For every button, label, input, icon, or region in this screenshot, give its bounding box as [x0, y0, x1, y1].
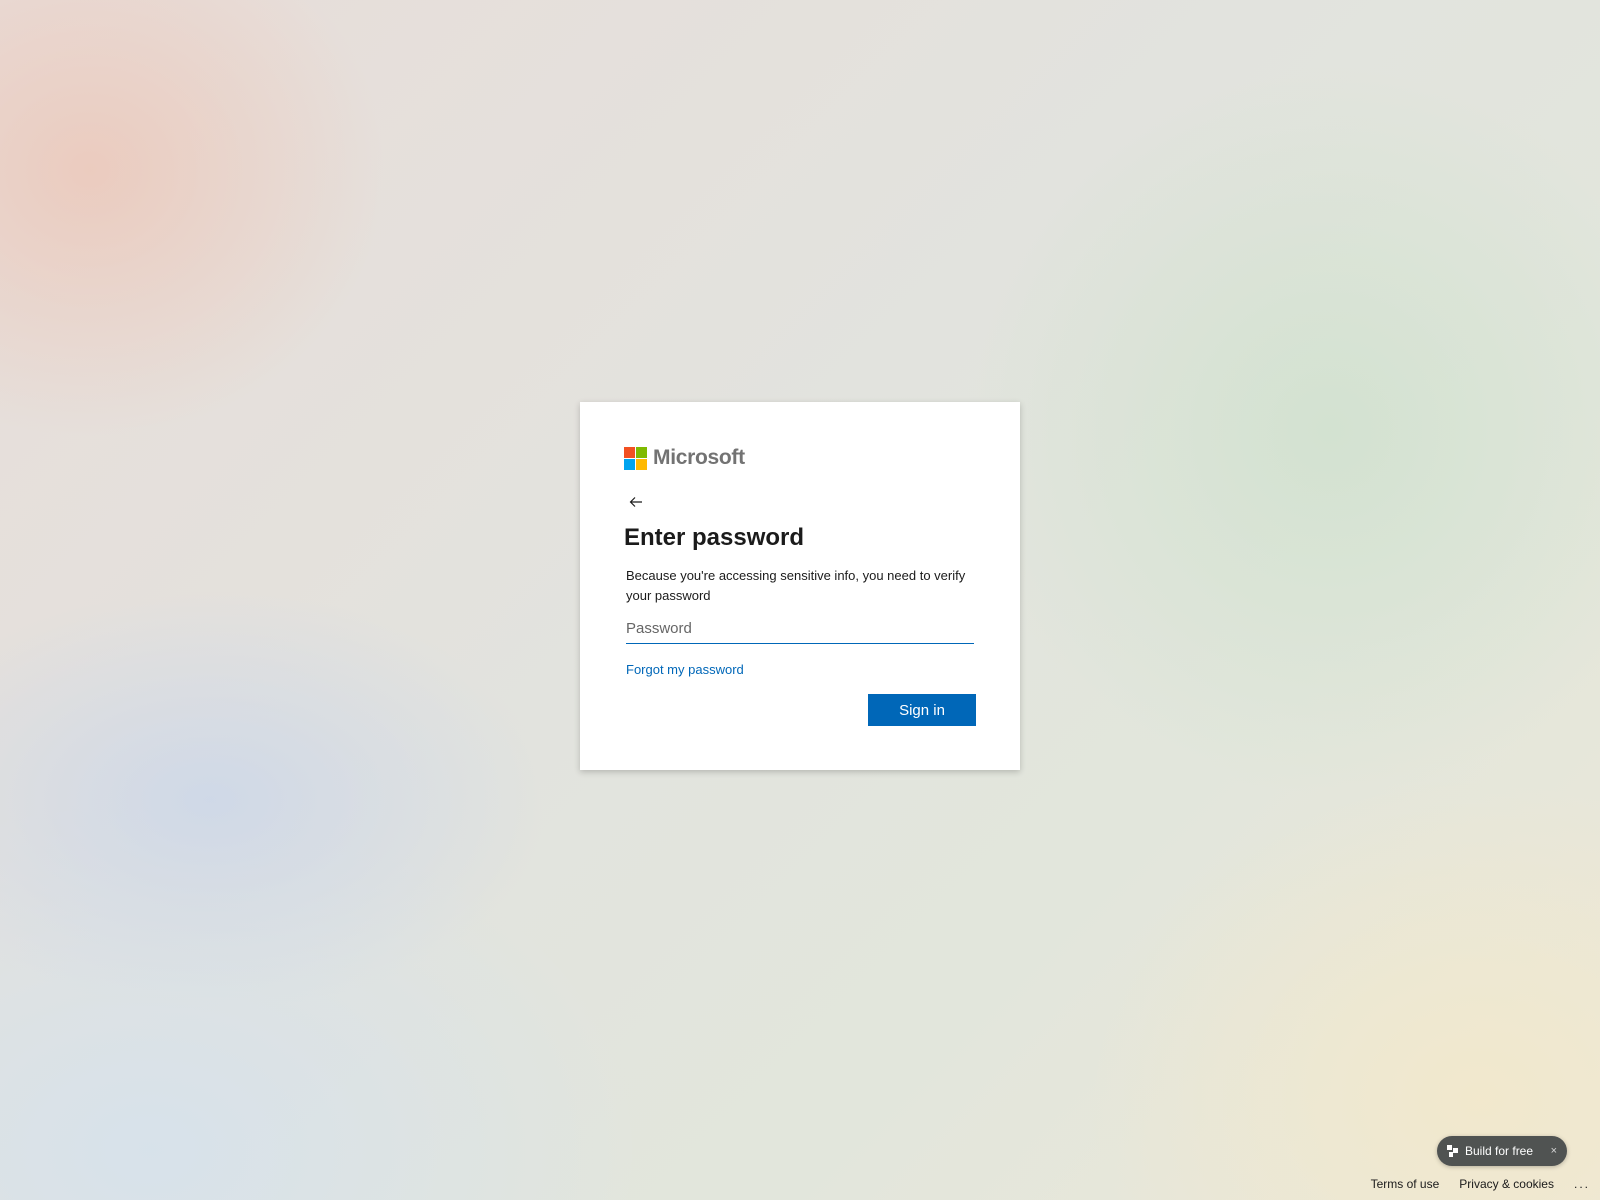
- more-options-icon[interactable]: ...: [1574, 1177, 1590, 1191]
- microsoft-logo-icon: [624, 446, 647, 470]
- sign-in-button[interactable]: Sign in: [868, 694, 976, 726]
- footer: Terms of use Privacy & cookies ...: [1371, 1177, 1590, 1191]
- password-input[interactable]: [626, 614, 974, 644]
- build-for-free-label: Build for free: [1465, 1144, 1534, 1158]
- privacy-cookies-link[interactable]: Privacy & cookies: [1459, 1177, 1554, 1191]
- page-title: Enter password: [624, 524, 805, 551]
- sign-in-card: Microsoft Enter password Because you're …: [580, 402, 1020, 770]
- arrow-left-icon: [629, 497, 642, 507]
- close-icon[interactable]: ×: [1551, 1145, 1557, 1157]
- build-icon: [1447, 1145, 1458, 1157]
- logo-wordmark: Microsoft: [653, 446, 745, 469]
- build-for-free-pill[interactable]: Build for free ×: [1437, 1136, 1567, 1166]
- microsoft-logo: Microsoft: [624, 446, 976, 470]
- terms-of-use-link[interactable]: Terms of use: [1371, 1177, 1440, 1191]
- forgot-password-link[interactable]: Forgot my password: [626, 662, 744, 677]
- back-button[interactable]: [624, 490, 648, 514]
- verification-description: Because you're accessing sensitive info,…: [626, 568, 966, 603]
